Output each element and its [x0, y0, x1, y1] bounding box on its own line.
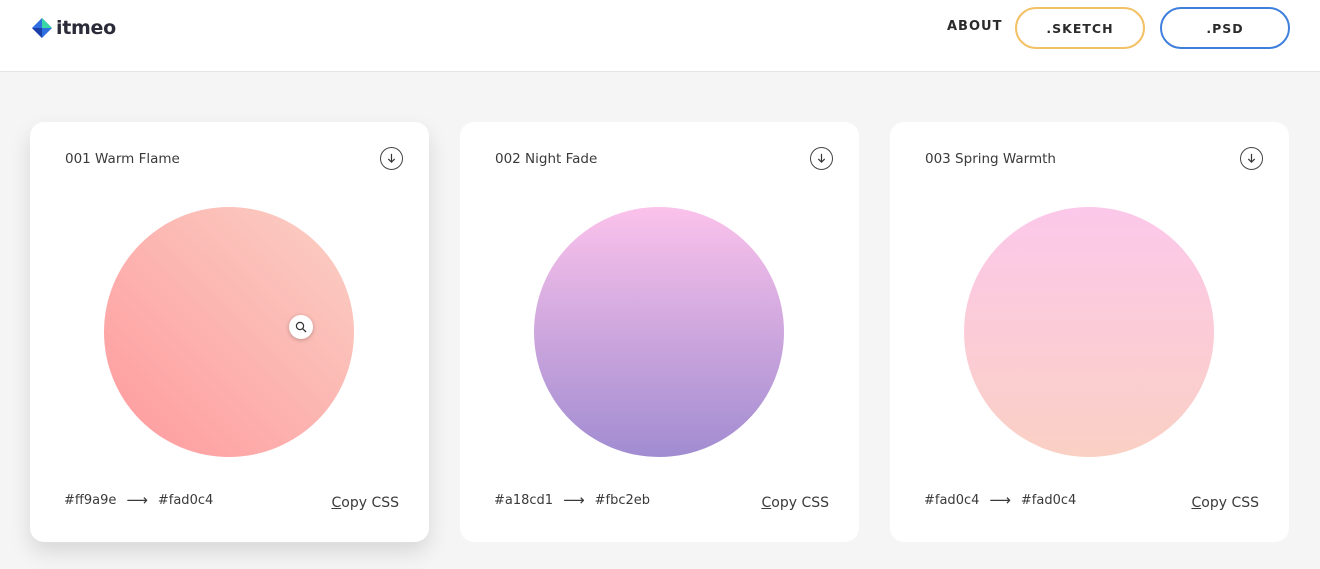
gradient-title: 003 Spring Warmth	[925, 151, 1056, 167]
logo[interactable]: itmeo	[32, 17, 116, 39]
arrow-right-icon: ⟶	[989, 491, 1011, 509]
download-icon[interactable]	[1240, 147, 1263, 170]
gradient-preview-circle[interactable]	[964, 207, 1214, 457]
gradient-preview-circle[interactable]	[104, 207, 354, 457]
psd-download-button[interactable]: .PSD	[1160, 7, 1290, 49]
copy-css-label-rest: opy CSS	[1201, 495, 1259, 511]
gradient-title: 002 Night Fade	[495, 151, 598, 167]
copy-css-button[interactable]: Copy CSS	[761, 495, 829, 511]
copy-css-label-first: C	[331, 495, 342, 511]
arrow-right-icon: ⟶	[563, 491, 585, 509]
copy-css-label-rest: opy CSS	[341, 495, 399, 511]
sketch-download-button[interactable]: .SKETCH	[1015, 7, 1145, 49]
arrow-right-icon: ⟶	[126, 491, 148, 509]
logo-text: itmeo	[56, 17, 116, 39]
color-from: #ff9a9e	[64, 492, 117, 508]
gradient-color-stops: #ff9a9e ⟶ #fad0c4	[64, 491, 213, 509]
color-to: #fad0c4	[157, 492, 214, 508]
copy-css-label-rest: opy CSS	[771, 495, 829, 511]
color-from: #fad0c4	[924, 492, 980, 508]
copy-css-button[interactable]: Copy CSS	[331, 495, 399, 511]
copy-css-label-first: C	[1191, 495, 1202, 511]
color-to: #fad0c4	[1020, 492, 1077, 508]
zoom-icon[interactable]	[289, 315, 313, 339]
gradient-card-warm-flame: 001 Warm Flame #ff9a9e ⟶ #fad0c4 Copy CS…	[30, 122, 429, 542]
download-icon[interactable]	[380, 147, 403, 170]
gradient-card-spring-warmth: 003 Spring Warmth #fad0c4 ⟶ #fad0c4 Copy…	[890, 122, 1289, 542]
gradient-preview-circle[interactable]	[534, 207, 784, 457]
gradient-title: 001 Warm Flame	[65, 151, 180, 167]
gradient-color-stops: #a18cd1 ⟶ #fbc2eb	[494, 491, 650, 509]
copy-css-button[interactable]: Copy CSS	[1191, 495, 1259, 511]
top-header: itmeo ABOUT .SKETCH .PSD	[0, 0, 1320, 72]
download-icon[interactable]	[810, 147, 833, 170]
gradient-color-stops: #fad0c4 ⟶ #fad0c4	[924, 491, 1076, 509]
color-from: #a18cd1	[494, 492, 554, 508]
copy-css-label-first: C	[761, 495, 772, 511]
logo-diamond-icon	[32, 18, 52, 38]
gradient-card-night-fade: 002 Night Fade #a18cd1 ⟶ #fbc2eb Copy CS…	[460, 122, 859, 542]
nav-about-link[interactable]: ABOUT	[947, 19, 1002, 34]
color-to: #fbc2eb	[594, 492, 650, 508]
